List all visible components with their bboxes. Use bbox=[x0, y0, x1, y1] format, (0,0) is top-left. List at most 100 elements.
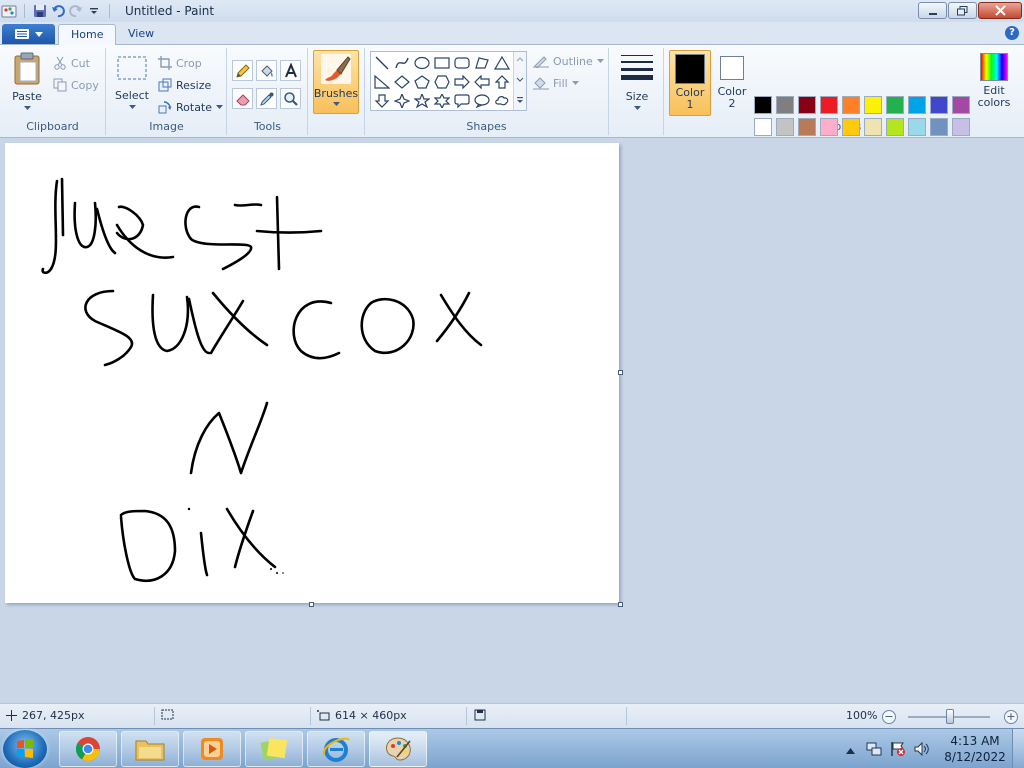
taskbar-paint[interactable] bbox=[369, 731, 427, 767]
resize-handle-right[interactable] bbox=[618, 370, 623, 375]
show-hidden-icons-chevron-icon[interactable] bbox=[846, 744, 855, 757]
paint-menu-button[interactable] bbox=[2, 24, 55, 44]
color-swatch[interactable] bbox=[754, 96, 772, 114]
select-button[interactable]: Select bbox=[113, 54, 151, 109]
pentagon-shape-icon[interactable] bbox=[413, 73, 431, 90]
drawing-canvas[interactable] bbox=[5, 143, 619, 603]
taskbar-sticky-notes[interactable] bbox=[245, 731, 303, 767]
zoom-in-button[interactable]: + bbox=[1004, 710, 1018, 724]
diamond-shape-icon[interactable] bbox=[393, 73, 411, 90]
color-swatch[interactable] bbox=[776, 96, 794, 114]
taskbar-explorer[interactable] bbox=[121, 731, 179, 767]
color-swatch[interactable] bbox=[908, 96, 926, 114]
volume-icon[interactable] bbox=[914, 741, 930, 760]
rectangle-shape-icon[interactable] bbox=[433, 54, 451, 71]
color-swatch[interactable] bbox=[864, 118, 882, 136]
six-point-star-shape-icon[interactable] bbox=[433, 92, 451, 109]
title-bar: Untitled - Paint bbox=[0, 0, 1024, 22]
tools-group-label: Tools bbox=[253, 120, 282, 133]
fill-button[interactable]: Fill bbox=[533, 76, 579, 90]
right-arrow-shape-icon[interactable] bbox=[453, 73, 471, 90]
polygon-shape-icon[interactable] bbox=[473, 54, 491, 71]
color-swatch[interactable] bbox=[952, 118, 970, 136]
color-spectrum-icon bbox=[980, 53, 1008, 81]
cloud-callout-shape-icon[interactable] bbox=[493, 92, 511, 109]
hexagon-shape-icon[interactable] bbox=[433, 73, 451, 90]
magnifier-tool[interactable] bbox=[280, 88, 301, 109]
crop-icon bbox=[158, 56, 172, 70]
five-point-star-shape-icon[interactable] bbox=[413, 92, 431, 109]
color-swatch[interactable] bbox=[842, 96, 860, 114]
color-picker-tool[interactable] bbox=[256, 88, 277, 109]
show-desktop-button[interactable] bbox=[1012, 729, 1024, 768]
customize-qa-chevron-icon[interactable] bbox=[85, 2, 103, 20]
taskbar-chrome[interactable] bbox=[59, 731, 117, 767]
text-tool[interactable] bbox=[280, 60, 301, 81]
zoom-out-button[interactable]: − bbox=[882, 710, 896, 724]
triangle-shape-icon[interactable] bbox=[493, 54, 511, 71]
paint-app-icon[interactable] bbox=[0, 2, 18, 20]
oval-shape-icon[interactable] bbox=[413, 54, 431, 71]
color-swatch[interactable] bbox=[952, 96, 970, 114]
tab-home[interactable]: Home bbox=[58, 24, 117, 46]
color-swatch[interactable] bbox=[842, 118, 860, 136]
rounded-callout-shape-icon[interactable] bbox=[453, 92, 471, 109]
color-swatch[interactable] bbox=[930, 118, 948, 136]
zoom-slider-thumb[interactable] bbox=[946, 709, 954, 724]
restore-button[interactable] bbox=[948, 2, 977, 19]
color-swatch[interactable] bbox=[820, 96, 838, 114]
tab-view[interactable]: View bbox=[116, 24, 166, 45]
resize-handle-corner[interactable] bbox=[618, 602, 623, 607]
color-swatch[interactable] bbox=[798, 96, 816, 114]
color-swatch[interactable] bbox=[886, 96, 904, 114]
save-icon[interactable] bbox=[31, 2, 49, 20]
resize-button[interactable]: Resize bbox=[158, 78, 211, 92]
minimize-button[interactable] bbox=[918, 2, 947, 19]
copy-button[interactable]: Copy bbox=[53, 78, 99, 92]
up-arrow-shape-icon[interactable] bbox=[493, 73, 511, 90]
rotate-button[interactable]: Rotate bbox=[158, 100, 224, 114]
fill-tool[interactable] bbox=[256, 60, 277, 81]
network-icon[interactable] bbox=[866, 741, 882, 760]
redo-icon[interactable] bbox=[67, 2, 85, 20]
help-icon[interactable]: ? bbox=[1005, 26, 1019, 40]
right-triangle-shape-icon[interactable] bbox=[373, 73, 391, 90]
resize-handle-bottom[interactable] bbox=[309, 602, 314, 607]
cut-button[interactable]: Cut bbox=[53, 56, 90, 70]
color-swatch[interactable] bbox=[930, 96, 948, 114]
color-swatch[interactable] bbox=[776, 118, 794, 136]
taskbar-media-player[interactable] bbox=[183, 731, 241, 767]
undo-icon[interactable] bbox=[49, 2, 67, 20]
color2-button[interactable]: Color 2 bbox=[713, 50, 751, 116]
color-swatch[interactable] bbox=[754, 118, 772, 136]
fill-label: Fill bbox=[553, 76, 568, 90]
down-arrow-shape-icon[interactable] bbox=[373, 92, 391, 109]
rounded-rectangle-shape-icon[interactable] bbox=[453, 54, 471, 71]
edit-colors-button[interactable]: Edit colors bbox=[973, 50, 1015, 109]
color-swatch[interactable] bbox=[864, 96, 882, 114]
action-center-flag-icon[interactable] bbox=[890, 741, 906, 760]
size-button[interactable]: Size bbox=[617, 52, 657, 110]
four-point-star-shape-icon[interactable] bbox=[393, 92, 411, 109]
pencil-tool[interactable] bbox=[232, 60, 253, 81]
curve-shape-icon[interactable] bbox=[393, 54, 411, 71]
close-button[interactable] bbox=[978, 2, 1022, 19]
start-button[interactable] bbox=[3, 730, 47, 768]
color-swatch[interactable] bbox=[798, 118, 816, 136]
outline-button[interactable]: Outline bbox=[533, 54, 604, 68]
eraser-tool[interactable] bbox=[232, 88, 253, 109]
clock[interactable]: 4:13 AM 8/12/2022 bbox=[940, 733, 1010, 765]
oval-callout-shape-icon[interactable] bbox=[473, 92, 491, 109]
taskbar-internet-explorer[interactable] bbox=[307, 731, 365, 767]
color1-button[interactable]: Color 1 bbox=[669, 50, 711, 116]
crop-button[interactable]: Crop bbox=[158, 56, 202, 70]
paste-button[interactable]: Paste bbox=[8, 52, 46, 110]
line-shape-icon[interactable] bbox=[373, 54, 391, 71]
color2-swatch bbox=[720, 56, 744, 80]
left-arrow-shape-icon[interactable] bbox=[473, 73, 491, 90]
brushes-button[interactable]: Brushes bbox=[313, 50, 359, 114]
color-swatch[interactable] bbox=[886, 118, 904, 136]
color-swatch[interactable] bbox=[820, 118, 838, 136]
shapes-scrollbar[interactable] bbox=[513, 52, 526, 110]
color-swatch[interactable] bbox=[908, 118, 926, 136]
